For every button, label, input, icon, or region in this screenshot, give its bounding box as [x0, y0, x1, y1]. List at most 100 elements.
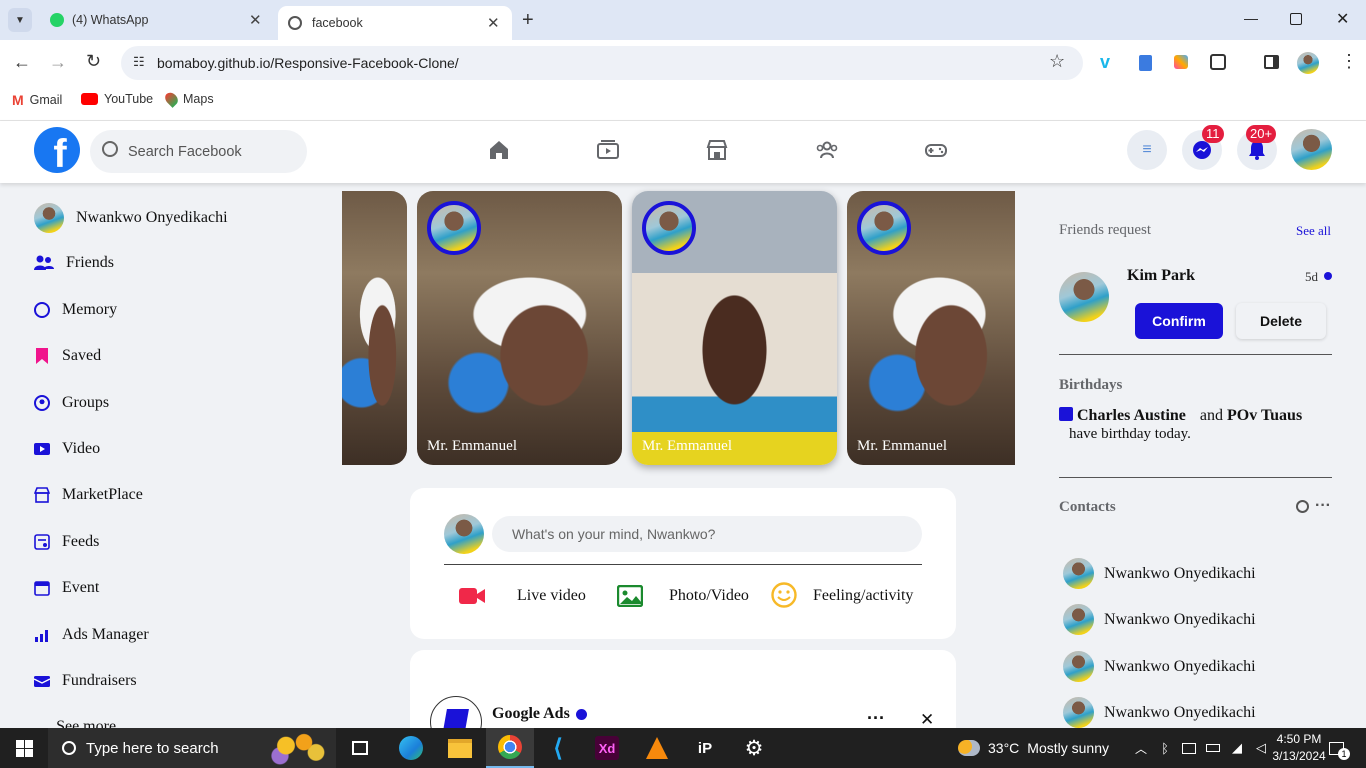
- battery-icon[interactable]: [1204, 728, 1222, 768]
- birthday-name-1[interactable]: Charles Austine: [1077, 407, 1186, 424]
- account-avatar[interactable]: [1291, 129, 1332, 170]
- side-panel-icon[interactable]: [1264, 55, 1279, 69]
- gaming-icon[interactable]: [924, 138, 948, 162]
- sidebar-profile-name: Nwankwo Onyedikachi: [76, 209, 228, 226]
- feeling-activity-button[interactable]: Feeling/activity: [771, 582, 921, 610]
- hamburger-icon: ≡: [1142, 141, 1152, 158]
- extension-icon[interactable]: [1139, 55, 1152, 71]
- contact-item[interactable]: Nwankwo Onyedikachi: [1063, 651, 1256, 682]
- forward-button[interactable]: →: [49, 52, 67, 73]
- photo-video-label: Photo/Video: [669, 587, 749, 604]
- confirm-button[interactable]: Confirm: [1135, 303, 1223, 339]
- profile-avatar[interactable]: [1297, 52, 1319, 74]
- ip-app[interactable]: iP: [690, 728, 720, 768]
- search-icon: [102, 141, 118, 157]
- sidebar-profile[interactable]: Nwankwo Onyedikachi: [34, 203, 228, 233]
- menu-button[interactable]: ≡: [1127, 130, 1167, 170]
- sidebar-item-saved[interactable]: Saved: [34, 347, 101, 365]
- tab-whatsapp[interactable]: (4) WhatsApp ✕: [40, 0, 274, 40]
- watch-icon[interactable]: [596, 138, 620, 162]
- color-picker-extension-icon[interactable]: [1174, 55, 1188, 69]
- sidebar-item-memory[interactable]: Memory: [34, 301, 117, 319]
- vimeo-extension-icon[interactable]: v: [1100, 52, 1110, 73]
- chrome-app[interactable]: [486, 728, 534, 768]
- contact-item[interactable]: Nwankwo Onyedikachi: [1063, 558, 1256, 589]
- notification-count: 1: [1338, 748, 1350, 760]
- home-icon[interactable]: [487, 138, 511, 162]
- status-input[interactable]: What's on your mind, Nwankwo?: [492, 516, 922, 552]
- close-icon[interactable]: ✕: [249, 11, 262, 29]
- bookmark-youtube[interactable]: YouTube: [81, 92, 153, 106]
- post-author[interactable]: Google Ads: [492, 705, 587, 723]
- extensions-puzzle-icon[interactable]: [1210, 54, 1226, 70]
- address-bar[interactable]: ☷ bomaboy.github.io/Responsive-Facebook-…: [121, 46, 1083, 80]
- birthday-name-2[interactable]: POv Tuaus: [1227, 407, 1302, 424]
- contact-item[interactable]: Nwankwo Onyedikachi: [1063, 604, 1256, 635]
- groups-nav-icon[interactable]: [815, 138, 839, 162]
- sidebar-item-fundraisers[interactable]: Fundraisers: [34, 672, 137, 690]
- vscode-app[interactable]: ⟨: [543, 728, 573, 768]
- bookmark-gmail[interactable]: M Gmail: [12, 92, 62, 108]
- volume-icon[interactable]: ◁: [1252, 728, 1270, 768]
- sidebar-item-feeds[interactable]: Feeds: [34, 533, 99, 551]
- sidebar-item-friends[interactable]: Friends: [34, 254, 114, 272]
- composer-avatar[interactable]: [444, 514, 484, 554]
- facebook-logo[interactable]: f: [34, 127, 80, 173]
- close-post-icon[interactable]: ✕: [920, 710, 934, 730]
- date: 3/13/2024: [1272, 749, 1326, 763]
- story-card[interactable]: Mr. Emmanuel: [632, 191, 837, 465]
- menu-kebab-icon[interactable]: ⋮: [1340, 51, 1358, 72]
- new-tab-button[interactable]: +: [522, 9, 534, 32]
- adobe-xd-app[interactable]: Xd: [592, 728, 622, 768]
- photo-video-button[interactable]: Photo/Video: [617, 584, 757, 610]
- file-explorer-app[interactable]: [445, 728, 475, 768]
- sidebar-item-groups[interactable]: Groups: [34, 394, 109, 412]
- edge-app[interactable]: [396, 728, 426, 768]
- story-card[interactable]: [342, 191, 407, 465]
- more-options-icon[interactable]: ···: [867, 708, 885, 729]
- wifi-icon[interactable]: ◢: [1228, 728, 1246, 768]
- bluetooth-icon[interactable]: ᛒ: [1156, 728, 1174, 768]
- delete-button[interactable]: Delete: [1236, 303, 1326, 339]
- story-card[interactable]: Mr. Emmanuel: [847, 191, 1015, 465]
- close-window-button[interactable]: ✕: [1336, 9, 1349, 29]
- notification-center[interactable]: 1: [1322, 728, 1350, 768]
- site-info-icon[interactable]: ☷: [133, 54, 145, 70]
- close-icon[interactable]: ✕: [487, 14, 500, 32]
- see-all-link[interactable]: See all: [1296, 223, 1331, 239]
- start-button[interactable]: [0, 728, 48, 768]
- reload-button[interactable]: ↻: [86, 51, 101, 72]
- contact-item[interactable]: Nwankwo Onyedikachi: [1063, 697, 1256, 728]
- display-icon[interactable]: [1180, 728, 1198, 768]
- sidebar-item-event[interactable]: Event: [34, 579, 99, 597]
- back-button[interactable]: ←: [13, 52, 31, 73]
- tab-search-button[interactable]: ▼: [8, 8, 32, 32]
- request-name[interactable]: Kim Park: [1127, 267, 1195, 285]
- tab-facebook[interactable]: facebook ✕: [278, 6, 512, 40]
- restore-button[interactable]: [1290, 13, 1302, 25]
- globe-icon: [288, 16, 302, 30]
- request-avatar[interactable]: [1059, 272, 1109, 322]
- clock[interactable]: 4:50 PM 3/13/2024: [1272, 728, 1325, 768]
- sidebar-item-marketplace[interactable]: MarketPlace: [34, 486, 143, 504]
- contacts-more-icon[interactable]: ···: [1315, 497, 1331, 515]
- adobe-xd-icon: Xd: [595, 736, 619, 760]
- vlc-app[interactable]: [642, 728, 672, 768]
- show-hidden-icons[interactable]: ︿: [1132, 728, 1150, 768]
- sidebar-item-video[interactable]: Video: [34, 440, 100, 458]
- sidebar-item-label: Event: [62, 579, 100, 596]
- minimize-button[interactable]: —: [1244, 10, 1258, 26]
- taskbar-search[interactable]: Type here to search: [48, 728, 336, 768]
- bookmark-maps[interactable]: Maps: [162, 90, 214, 108]
- contacts-search-icon[interactable]: [1296, 500, 1309, 513]
- story-card[interactable]: Mr. Emmanuel: [417, 191, 622, 465]
- live-video-button[interactable]: Live video: [459, 584, 599, 610]
- marketplace-icon[interactable]: [705, 138, 729, 162]
- weather-icon: [958, 740, 980, 756]
- task-view-button[interactable]: [345, 728, 375, 768]
- settings-app[interactable]: ⚙: [739, 728, 769, 768]
- search-input[interactable]: Search Facebook: [90, 130, 307, 173]
- star-icon[interactable]: ☆: [1049, 51, 1065, 72]
- weather-widget[interactable]: 33°C Mostly sunny: [958, 728, 1118, 768]
- sidebar-item-ads-manager[interactable]: Ads Manager: [34, 626, 149, 644]
